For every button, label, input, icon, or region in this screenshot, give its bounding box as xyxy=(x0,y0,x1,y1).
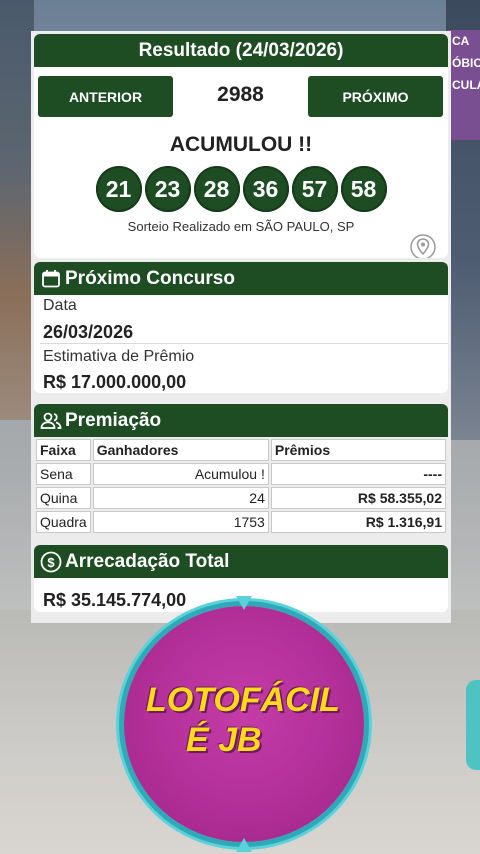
number-ball: 28 xyxy=(193,166,240,212)
prizes-header: Premiação xyxy=(34,404,448,437)
tier-cell: Quadra xyxy=(36,511,91,533)
column-header: Prêmios xyxy=(270,439,446,461)
sign-line: CA xyxy=(452,34,470,48)
logo-spike xyxy=(236,838,252,852)
logo-line-2: É JB xyxy=(186,721,262,759)
collection-title: Arrecadação Total xyxy=(65,550,230,572)
prize-estimate-value: R$ 17.000.000,00 xyxy=(43,372,187,392)
column-header: Faixa xyxy=(36,439,91,461)
result-title: Resultado (24/03/2026) xyxy=(34,34,448,67)
logo-spike xyxy=(236,596,252,610)
previous-button[interactable]: ANTERIOR xyxy=(38,76,173,117)
background-teal-object xyxy=(466,680,480,770)
money-icon: $ xyxy=(40,551,62,573)
lotofacil-logo: LOTOFÁCIL É JB xyxy=(124,596,364,852)
background-shop-sign: CA ÓBICO CULA xyxy=(448,30,480,140)
collection-header: $ Arrecadação Total xyxy=(34,545,448,578)
table-row: Quina 24 R$ 58.355,02 xyxy=(36,487,446,509)
number-ball: 57 xyxy=(291,166,338,212)
lottery-panel: Resultado (24/03/2026) ANTERIOR 2988 PRÓ… xyxy=(31,31,451,623)
table-row: Quadra 1753 R$ 1.316,91 xyxy=(36,511,446,533)
date-value: 26/03/2026 xyxy=(43,322,134,342)
date-label: Data xyxy=(43,297,77,314)
sign-line: ÓBICO xyxy=(452,56,480,70)
svg-text:$: $ xyxy=(47,555,55,570)
tier-cell: Sena xyxy=(36,463,91,485)
table-header-row: Faixa Ganhadores Prêmios xyxy=(36,439,446,461)
winners-cell: 24 xyxy=(92,487,269,509)
contest-number: 2988 xyxy=(217,83,264,106)
drawn-numbers: 21 23 28 36 57 58 xyxy=(34,166,448,212)
next-button[interactable]: PRÓXIMO xyxy=(308,76,443,117)
result-card: Resultado (24/03/2026) ANTERIOR 2988 PRÓ… xyxy=(34,34,448,258)
table-row: Sena Acumulou ! ---- xyxy=(36,463,446,485)
next-contest-header: Próximo Concurso xyxy=(34,262,448,295)
draw-location: Sorteio Realizado em SÃO PAULO, SP xyxy=(127,219,355,234)
number-ball: 21 xyxy=(95,166,142,212)
next-contest-title: Próximo Concurso xyxy=(65,267,235,289)
calendar-icon xyxy=(40,268,62,290)
prizes-table: Faixa Ganhadores Prêmios Sena Acumulou !… xyxy=(34,437,448,535)
logo-text: LOTOFÁCIL É JB xyxy=(146,680,346,760)
prize-cell: ---- xyxy=(270,463,446,485)
logo-line-1: LOTOFÁCIL xyxy=(146,681,340,719)
draw-status: ACUMULOU !! xyxy=(169,133,313,156)
users-icon xyxy=(40,410,62,432)
sign-line: CULA xyxy=(452,78,480,92)
winners-cell: 1753 xyxy=(92,511,269,533)
number-ball: 23 xyxy=(144,166,191,212)
column-header: Ganhadores xyxy=(92,439,269,461)
prizes-title: Premiação xyxy=(65,409,162,431)
map-pin-icon[interactable] xyxy=(410,234,436,258)
divider xyxy=(40,343,448,344)
number-ball: 58 xyxy=(340,166,387,212)
prize-cell: R$ 1.316,91 xyxy=(270,511,446,533)
prizes-card: Premiação Faixa Ganhadores Prêmios Sena … xyxy=(34,404,448,539)
background-wall-left xyxy=(0,0,34,420)
prize-cell: R$ 58.355,02 xyxy=(270,487,446,509)
number-ball: 36 xyxy=(242,166,289,212)
tier-cell: Quina xyxy=(36,487,91,509)
winners-cell: Acumulou ! xyxy=(92,463,269,485)
next-contest-card: Próximo Concurso Data 26/03/2026 Estimat… xyxy=(34,262,448,393)
prize-estimate-label: Estimativa de Prêmio xyxy=(43,348,195,365)
